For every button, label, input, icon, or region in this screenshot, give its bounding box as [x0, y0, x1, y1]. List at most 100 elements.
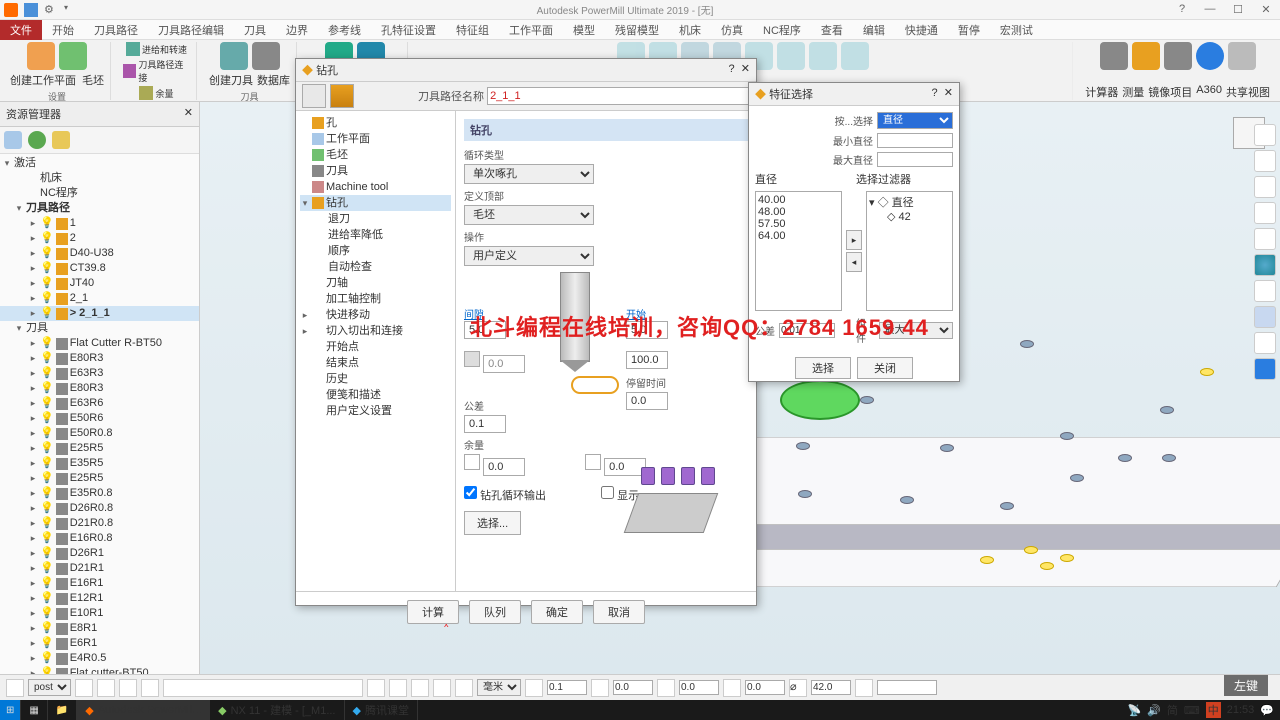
status-input[interactable]	[679, 680, 719, 695]
wireframe-icon[interactable]	[1254, 306, 1276, 328]
dialog-titlebar[interactable]: ◆ 特征选择 ? ✕	[749, 83, 959, 106]
tree-node[interactable]: 钻孔	[326, 195, 348, 211]
status-input[interactable]	[745, 680, 785, 695]
bulb-icon[interactable]: 💡	[40, 456, 54, 471]
globe-icon[interactable]	[1254, 254, 1276, 276]
tray-icon[interactable]: 📡	[1127, 704, 1141, 717]
allowance-b-icon[interactable]	[585, 454, 601, 470]
menu-tab[interactable]: 宏测试	[990, 20, 1043, 40]
close-icon[interactable]: ✕	[1256, 3, 1276, 16]
status-input[interactable]	[613, 680, 653, 695]
move-left-button[interactable]: ◂	[846, 252, 862, 272]
tree-node[interactable]: 退刀	[328, 211, 350, 227]
status-input[interactable]	[877, 680, 937, 695]
filter-tree[interactable]: ▾ ◇ 直径 ◇ 42	[866, 191, 953, 311]
unit-select[interactable]: 毫米	[477, 679, 521, 696]
phi-input[interactable]	[483, 355, 525, 373]
allowance-a-icon[interactable]	[464, 454, 480, 470]
allow-a-input[interactable]	[483, 458, 525, 476]
menu-tab[interactable]: 工作平面	[499, 20, 563, 40]
tree-node[interactable]: 刀具路径	[26, 201, 70, 216]
settings-icon[interactable]: ⚙	[44, 3, 58, 17]
path-name-input[interactable]	[487, 87, 750, 105]
bulb-icon[interactable]: 💡	[40, 396, 54, 411]
save-icon[interactable]	[24, 3, 38, 17]
menu-tab[interactable]: 残留模型	[605, 20, 669, 40]
tree-node-tool[interactable]: ▸💡Flat Cutter R-BT50	[0, 336, 199, 351]
explorer-tree[interactable]: ▾激活 机床 NC程序 ▾刀具路径 ▸💡1 ▸💡2 ▸💡D40-U38 ▸💡CT…	[0, 154, 199, 687]
tree-node[interactable]: 历史	[326, 371, 348, 387]
status-icon[interactable]	[433, 679, 451, 697]
dwell-input[interactable]	[626, 392, 668, 410]
close-button[interactable]: 关闭	[857, 357, 913, 379]
gap-link[interactable]: 间隙	[464, 310, 484, 321]
tree-node-tool[interactable]: ▸💡E25R5	[0, 441, 199, 456]
tree-node[interactable]: 用户定义设置	[326, 403, 392, 419]
menu-tab[interactable]: 暂停	[948, 20, 990, 40]
tree-node-tool[interactable]: ▸💡E12R1	[0, 591, 199, 606]
tray-lang[interactable]: 简	[1167, 702, 1178, 718]
calculator-icon[interactable]	[1100, 42, 1128, 70]
zoom-extent-icon[interactable]	[1254, 124, 1276, 146]
select-icon[interactable]	[1254, 332, 1276, 354]
help-icon[interactable]: ?	[1172, 3, 1192, 16]
calc-button[interactable]: 计算	[407, 600, 459, 624]
status-icon[interactable]	[855, 679, 873, 697]
bulb-icon[interactable]: 💡	[40, 651, 54, 666]
menu-tab[interactable]: 开始	[42, 20, 84, 40]
bulb-icon[interactable]: 💡	[40, 471, 54, 486]
dialog-help-icon[interactable]: ?	[729, 63, 735, 75]
shareview-icon[interactable]	[1228, 42, 1256, 70]
bulb-icon[interactable]: 💡	[40, 246, 54, 261]
list-item[interactable]: 57.50	[758, 218, 839, 230]
status-icon[interactable]	[97, 679, 115, 697]
tree-node[interactable]: 刀具	[26, 321, 48, 336]
tree-node-tool[interactable]: ▸💡D21R0.8	[0, 516, 199, 531]
status-input[interactable]	[547, 680, 587, 695]
create-tool-icon[interactable]	[220, 42, 248, 70]
ribbon-label[interactable]: 刀具路径连接	[138, 58, 190, 84]
tree-node[interactable]: 加工轴控制	[326, 291, 381, 307]
menu-tab[interactable]: 刀具	[234, 20, 276, 40]
tree-node[interactable]: JT40	[70, 276, 94, 291]
tray-lang[interactable]: 中	[1206, 702, 1221, 718]
diameter-icon[interactable]: ⌀	[789, 679, 807, 697]
drill-tree[interactable]: 孔 工作平面 毛坯 刀具 Machine tool ▾钻孔 退刀 进给率降低 顺…	[296, 111, 456, 591]
gap-input[interactable]	[464, 321, 506, 339]
tree-node[interactable]: 直径	[892, 197, 914, 209]
tree-node[interactable]: > 2_1_1	[70, 306, 110, 321]
tree-node[interactable]: 自动检查	[328, 259, 372, 275]
zoom-icon[interactable]	[1254, 202, 1276, 224]
menu-tab[interactable]: NC程序	[753, 20, 811, 40]
tree-node[interactable]: 工作平面	[326, 131, 370, 147]
tree-node-tool[interactable]: ▸💡E4R0.5	[0, 651, 199, 666]
tree-node-tool[interactable]: ▸💡E50R0.8	[0, 426, 199, 441]
tab-icon[interactable]	[330, 84, 354, 108]
tree-node[interactable]: D40-U38	[70, 246, 114, 261]
tree-node-tool[interactable]: ▸💡E63R3	[0, 366, 199, 381]
bulb-icon[interactable]: 💡	[40, 381, 54, 396]
bulb-icon[interactable]: 💡	[40, 216, 54, 231]
menu-tab[interactable]: 查看	[811, 20, 853, 40]
bulb-icon[interactable]: 💡	[40, 261, 54, 276]
tree-node-tool[interactable]: ▸💡E80R3	[0, 351, 199, 366]
bulb-icon[interactable]: 💡	[40, 516, 54, 531]
qat-dropdown-icon[interactable]: ▾	[64, 3, 78, 17]
status-icon[interactable]	[6, 679, 24, 697]
ribbon-label[interactable]: 余量	[155, 87, 173, 100]
minimize-icon[interactable]: —	[1200, 3, 1220, 16]
bulb-icon[interactable]: 💡	[40, 426, 54, 441]
menu-tab[interactable]: 快捷通	[895, 20, 948, 40]
menu-tab[interactable]: 刀具路径编辑	[148, 20, 234, 40]
dialog-close-icon[interactable]: ✕	[944, 87, 953, 99]
tree-node[interactable]: NC程序	[40, 186, 78, 201]
move-right-button[interactable]: ▸	[846, 230, 862, 250]
ribbon-label[interactable]: 进给和转速	[142, 43, 187, 56]
workplane-icon[interactable]	[27, 42, 55, 70]
bulb-icon[interactable]: 💡	[40, 231, 54, 246]
tree-node[interactable]: 进给率降低	[328, 227, 383, 243]
min-dia-input[interactable]	[877, 133, 953, 148]
bulb-icon[interactable]: 💡	[40, 501, 54, 516]
status-icon[interactable]	[389, 679, 407, 697]
zoom-out-icon[interactable]	[1254, 228, 1276, 250]
